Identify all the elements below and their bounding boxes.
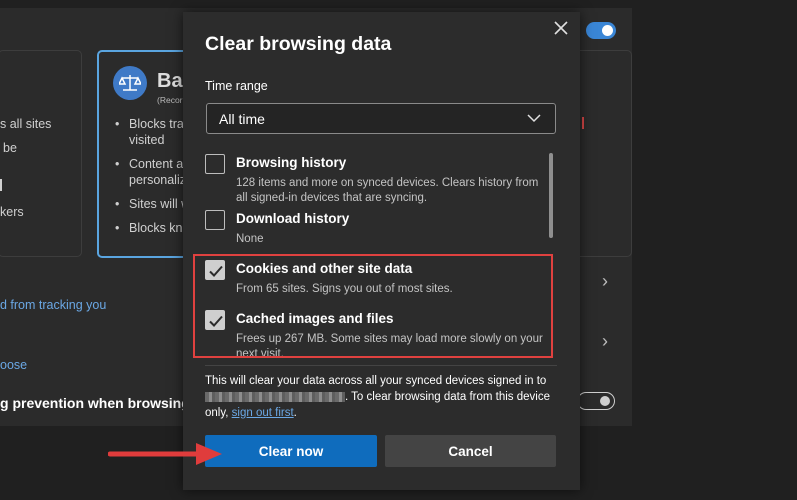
highlight-box	[193, 254, 553, 358]
chevron-right-icon[interactable]: ›	[602, 271, 608, 292]
strict-card-line: kers	[0, 205, 24, 219]
bullet-dot: •	[115, 197, 120, 211]
bullet-dot: •	[115, 117, 120, 131]
chevron-down-icon	[527, 114, 541, 123]
bullet-dot: •	[115, 157, 120, 171]
scrollbar[interactable]	[549, 153, 553, 238]
download-history-checkbox[interactable]	[205, 210, 225, 230]
close-button[interactable]	[551, 18, 571, 38]
chevron-right-icon[interactable]: ›	[602, 331, 608, 352]
prevention-label: g prevention when browsing I	[0, 395, 198, 411]
redacted-account	[205, 391, 345, 402]
notice-text: This will clear your data across all you…	[205, 375, 547, 387]
browsing-history-checkbox[interactable]	[205, 154, 225, 174]
balanced-subtitle: (Recor	[157, 95, 183, 105]
option-description: 128 items and more on synced devices. Cl…	[236, 177, 539, 204]
balanced-bullet: personaliz	[129, 173, 186, 187]
cancel-button[interactable]: Cancel	[385, 435, 556, 467]
notice-text: .	[293, 407, 297, 419]
top-toggle[interactable]	[586, 22, 616, 39]
strict-card-mark	[0, 179, 2, 191]
balanced-bullet: Blocks kno	[129, 221, 190, 235]
inprivate-toggle[interactable]	[577, 392, 615, 410]
time-range-select[interactable]: All time	[206, 103, 556, 134]
sign-out-link[interactable]: sign out first	[232, 407, 294, 419]
option-title: Browsing history	[236, 155, 347, 170]
strict-card-line: be	[3, 141, 17, 155]
choose-link[interactable]: oose	[0, 358, 27, 372]
clear-now-button[interactable]: Clear now	[205, 435, 377, 467]
time-range-value: All time	[219, 111, 265, 127]
balanced-bullet: Content ar	[129, 157, 188, 171]
time-range-label: Time range	[205, 79, 268, 93]
option-description: None	[236, 233, 264, 245]
balanced-bullet: visited	[129, 133, 165, 147]
dialog-title: Clear browsing data	[205, 33, 392, 55]
sync-notice: This will clear your data across all you…	[205, 373, 560, 421]
scale-icon	[113, 66, 147, 100]
option-title: Download history	[236, 211, 350, 226]
divider	[205, 365, 557, 366]
balanced-bullet: Blocks trac	[129, 117, 191, 131]
red-indicator	[582, 117, 584, 129]
bullet-dot: •	[115, 221, 120, 235]
close-icon	[554, 21, 568, 35]
strict-card-line: s all sites	[0, 117, 52, 131]
clear-browsing-data-dialog: Clear browsing data Time range All time …	[183, 12, 580, 490]
arrow-annotation-icon	[108, 443, 222, 465]
tracking-link[interactable]: d from tracking you	[0, 298, 106, 312]
balanced-bullet: Sites will w	[129, 197, 191, 211]
